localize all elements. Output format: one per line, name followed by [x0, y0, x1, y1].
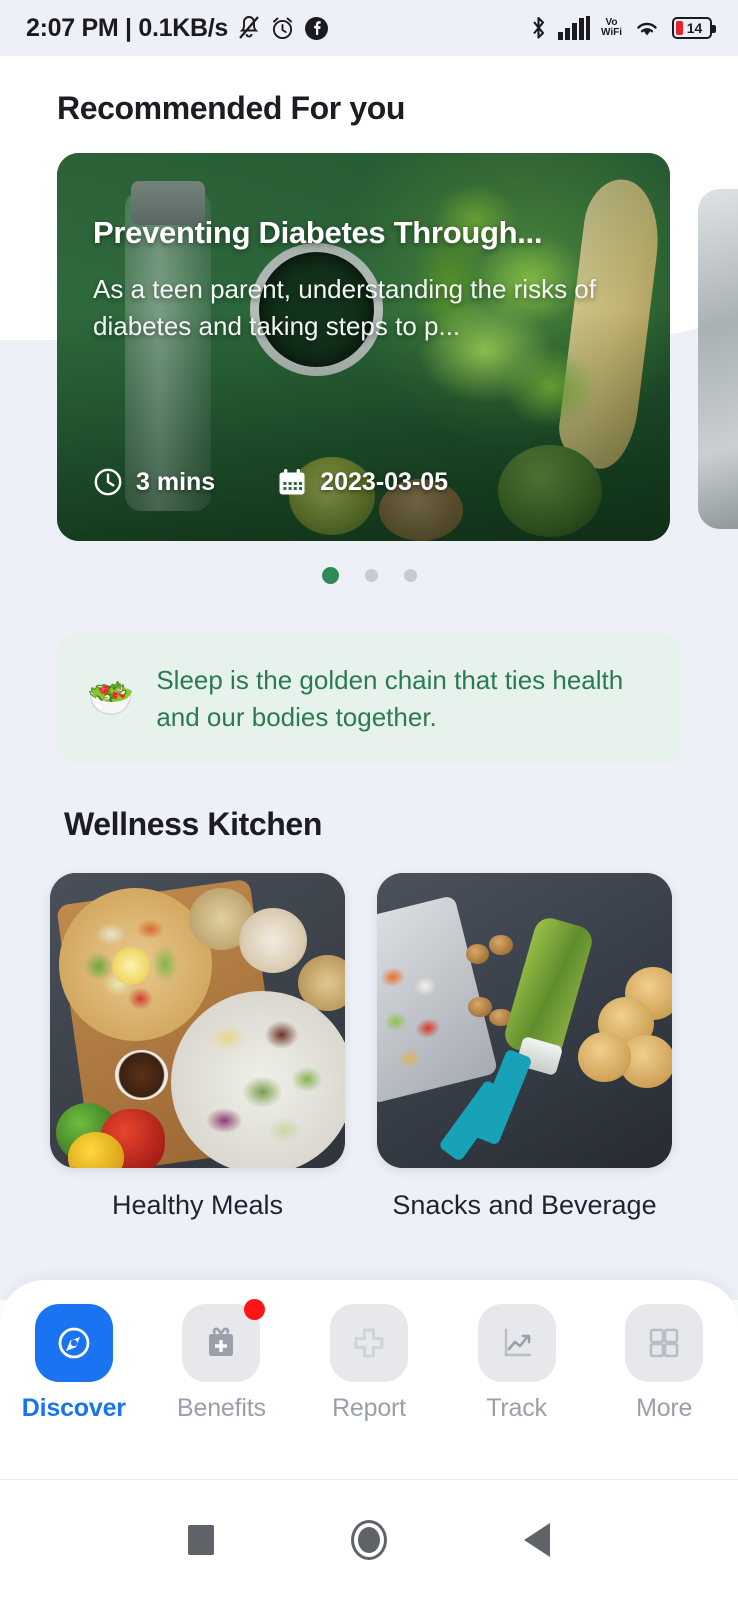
nav-label-more: More [636, 1394, 693, 1422]
status-bar-right: Vo WiFi 14 [530, 15, 716, 41]
nav-label-discover: Discover [21, 1394, 126, 1422]
snacks-beverage-photo[interactable] [377, 872, 672, 1168]
bluetooth-icon [533, 16, 545, 39]
chart-trend-icon[interactable] [477, 1304, 556, 1382]
daily-quote-banner: 🥗 Sleep is the golden chain that ties he… [57, 634, 681, 764]
grid-icon[interactable] [625, 1304, 704, 1382]
nav-item-benefits[interactable]: Benefits [158, 1299, 284, 1423]
mute-bell-icon [239, 16, 259, 39]
pagination-dot-1[interactable] [321, 567, 339, 584]
bottom-navigation: Discover Benefits Report Track More [0, 1299, 738, 1423]
pagination-dot-3[interactable] [403, 569, 417, 582]
article-text-block: Preventing Diabetes Through... As a teen… [93, 215, 644, 345]
article-read-time: 3 mins [93, 467, 215, 497]
healthy-meals-photo[interactable] [50, 872, 345, 1168]
date-label: 2023-03-05 [320, 467, 449, 496]
pagination-dot-2[interactable] [364, 569, 378, 582]
healthy-meals-label: Healthy Meals [111, 1189, 284, 1220]
wifi-icon [637, 22, 657, 36]
article-date: 2023-03-05 [277, 467, 448, 497]
vowifi-icon: Vo WiFi [600, 17, 622, 38]
nav-label-report: Report [332, 1394, 406, 1422]
carousel-pagination[interactable] [0, 567, 738, 584]
recommended-article-card[interactable]: Preventing Diabetes Through... As a teen… [57, 153, 670, 541]
facebook-icon [305, 16, 329, 40]
snacks-beverage-label: Snacks and Beverage [392, 1189, 657, 1220]
recommended-section-title: Recommended For you [57, 90, 406, 126]
nav-item-track[interactable]: Track [454, 1304, 580, 1423]
nav-label-benefits: Benefits [177, 1394, 266, 1422]
quote-text: Sleep is the golden chain that ties heal… [156, 665, 624, 732]
article-description: As a teen parent, understanding the risk… [93, 274, 596, 341]
nav-item-report[interactable]: Report [306, 1304, 432, 1423]
medical-cross-icon[interactable] [329, 1304, 408, 1382]
android-system-nav [0, 1480, 738, 1600]
wellness-item-snacks-beverage[interactable]: Snacks and Beverage [377, 872, 672, 1221]
page-content: Recommended For you Preventing Diabetes … [0, 56, 738, 1221]
article-title: Preventing Diabetes Through... [93, 215, 543, 250]
status-bar: 2:07 PM | 0.1KB/s Vo WiFi 14 [0, 0, 738, 56]
nav-item-more[interactable]: More [601, 1304, 727, 1423]
carousel-next-card-preview[interactable] [698, 189, 738, 529]
alarm-clock-icon [272, 17, 293, 39]
nav-label-track: Track [486, 1394, 547, 1422]
recommended-carousel[interactable]: Preventing Diabetes Through... As a teen… [0, 153, 738, 541]
home-circle-icon[interactable] [350, 1520, 387, 1560]
app-screen: 2:07 PM | 0.1KB/s Vo WiFi 14 Recommended… [0, 0, 738, 1600]
signal-bars-icon [557, 16, 590, 40]
wellness-kitchen-grid: Healthy Meals Snacks and Beverage [50, 872, 688, 1221]
calendar-icon [279, 469, 305, 495]
read-time-label: 3 mins [136, 467, 216, 496]
nav-item-discover[interactable]: Discover [11, 1304, 137, 1423]
clock-icon [94, 468, 122, 496]
wellness-kitchen-title: Wellness Kitchen [64, 805, 322, 842]
salad-bowl-icon: 🥗 [87, 677, 135, 720]
article-meta: 3 mins 2023-03-05 [93, 467, 448, 497]
status-time: 2:07 PM | 0.1KB/s [26, 13, 229, 42]
gift-icon[interactable] [182, 1299, 266, 1382]
back-triangle-icon[interactable] [523, 1523, 550, 1557]
battery-icon: 14 [672, 17, 716, 39]
compass-icon[interactable] [34, 1304, 113, 1382]
wellness-item-healthy-meals[interactable]: Healthy Meals [50, 872, 345, 1221]
status-bar-left: 2:07 PM | 0.1KB/s [26, 14, 329, 43]
recents-square-icon[interactable] [188, 1525, 215, 1555]
bottom-nav-sheet: Discover Benefits Report Track More [0, 1280, 738, 1480]
notification-badge [244, 1299, 266, 1320]
